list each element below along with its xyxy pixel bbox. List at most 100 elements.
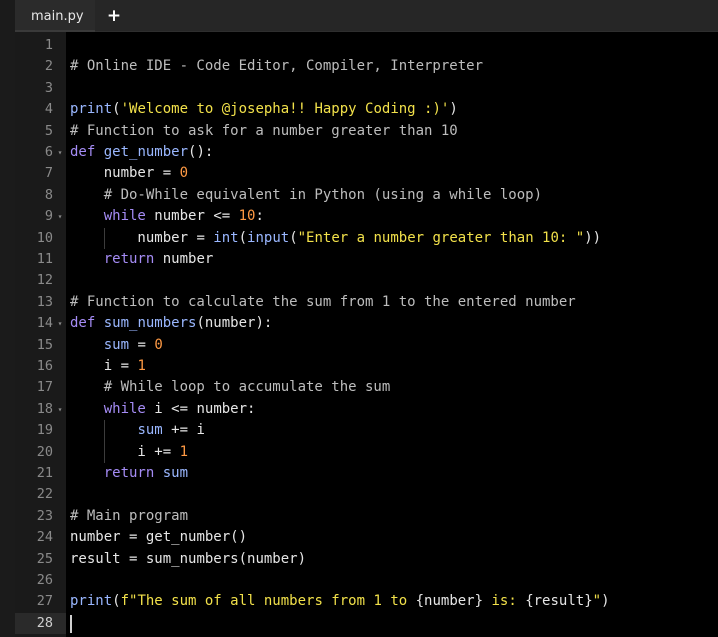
line-number: 27 [36, 593, 53, 610]
tab-bar: main.py + [15, 0, 718, 32]
code-text: # Function to ask for a number greater t… [70, 121, 458, 142]
code-token: = [129, 336, 155, 353]
code-text: while number <= 10: [70, 206, 264, 227]
line-number: 13 [36, 293, 53, 310]
code-line[interactable]: 16 i = 1 [15, 356, 718, 377]
code-line[interactable]: 7 number = 0 [15, 163, 718, 184]
code-line[interactable]: 6 ▾ def get_number(): [15, 142, 718, 163]
code-line[interactable]: 2 # Online IDE - Code Editor, Compiler, I… [15, 56, 718, 77]
line-number: 10 [36, 229, 53, 246]
code-token: int [213, 229, 239, 246]
code-line[interactable]: 15 sum = 0 [15, 335, 718, 356]
code-token: ( [289, 229, 298, 246]
add-tab-button[interactable]: + [103, 0, 125, 32]
tab-main-py[interactable]: main.py [15, 0, 95, 32]
code-text: return number [70, 249, 214, 270]
code-line[interactable]: 12 [15, 270, 718, 291]
code-text: # Do-While equivalent in Python (using a… [70, 185, 542, 206]
code-line[interactable]: 28 [15, 612, 718, 635]
code-text: sum += i [70, 420, 205, 441]
code-line[interactable]: 1 [15, 35, 718, 56]
code-text: # While loop to accumulate the sum [70, 377, 391, 398]
code-line[interactable]: 3 [15, 78, 718, 99]
code-token: get_number() [145, 529, 248, 546]
line-number: 26 [36, 572, 53, 588]
code-line[interactable]: 8 # Do-While equivalent in Python (using… [15, 185, 718, 206]
line-number: 12 [36, 272, 53, 289]
line-number: 28 [36, 614, 53, 631]
fold-chevron-icon[interactable]: ▾ [55, 206, 65, 227]
code-line[interactable]: 5 # Function to ask for a number greater … [15, 121, 718, 142]
code-line[interactable]: 22 [15, 484, 718, 505]
code-text: # Online IDE - Code Editor, Compiler, In… [70, 56, 483, 77]
code-token: = [129, 550, 146, 567]
code-token: result [70, 550, 130, 567]
code-token: (): [188, 144, 214, 160]
code-text: i = 1 [70, 356, 146, 377]
code-token: 1 [137, 358, 146, 374]
code-token: <= [171, 400, 197, 417]
code-line[interactable]: 13 # Function to calculate the sum from 1… [15, 292, 718, 313]
line-number: 11 [36, 251, 53, 267]
code-token: = [120, 358, 138, 374]
code-line[interactable]: 25 result = sum_numbers(number) [15, 549, 718, 570]
line-number: 21 [36, 465, 53, 481]
code-line[interactable]: 20 i += 1 [15, 442, 718, 463]
code-token: ( [112, 593, 121, 610]
line-number: 9 [44, 208, 53, 225]
code-editor[interactable]: 1 2 # Online IDE - Code Editor, Compiler, … [15, 32, 718, 637]
line-number: 14 [36, 315, 53, 332]
code-token: sum_numbers(number) [145, 550, 307, 567]
code-line[interactable]: 4 print('Welcome to @josepha!! Happy Codi… [15, 99, 718, 120]
code-text: while i <= number: [70, 399, 256, 420]
code-token: {number} [415, 593, 492, 610]
code-line[interactable]: 26 [15, 570, 718, 591]
code-line[interactable]: 23 # Main program [15, 506, 718, 527]
code-token: sum [137, 422, 163, 439]
code-line[interactable]: 19 sum += i [15, 420, 718, 441]
code-token: # Online IDE - Code Editor, Compiler, In… [70, 58, 484, 75]
code-text: number = 0 [70, 163, 188, 184]
line-number: 3 [44, 79, 53, 96]
fold-chevron-icon[interactable]: ▾ [55, 142, 65, 163]
code-line[interactable]: 11 return number [15, 249, 718, 270]
code-token: def [70, 315, 96, 332]
line-number: 17 [36, 379, 53, 396]
code-line[interactable]: 14 ▾ def sum_numbers(number): [15, 313, 718, 334]
code-token: i [196, 422, 205, 439]
fold-chevron-icon[interactable]: ▾ [55, 399, 65, 420]
code-line[interactable]: 18 ▾ while i <= number: [15, 399, 718, 420]
code-text: number = int(input("Enter a number great… [70, 228, 601, 249]
line-number: 2 [44, 58, 53, 75]
code-token: 1 [179, 443, 189, 460]
code-token: input [247, 229, 290, 246]
code-line[interactable]: 10 number = int(input("Enter a number gr… [15, 228, 718, 249]
fold-chevron-icon[interactable]: ▾ [55, 313, 65, 334]
code-token: print [70, 593, 113, 610]
window-left-edge [0, 0, 15, 637]
line-number: 23 [36, 507, 53, 524]
code-token: 0 [154, 336, 163, 353]
code-text: result = sum_numbers(number) [70, 549, 306, 570]
line-number: 19 [36, 422, 53, 439]
code-text: i += 1 [70, 442, 188, 463]
code-token: number: [196, 400, 256, 417]
code-token: print [70, 101, 113, 118]
code-token: <= [213, 208, 239, 225]
code-line[interactable]: 27 print(f"The sum of all numbers from 1 … [15, 591, 718, 612]
code-line[interactable]: 21 return sum [15, 463, 718, 484]
code-token: sum [103, 336, 130, 353]
code-token: # Do-While equivalent in Python (using a… [70, 186, 543, 203]
code-line[interactable]: 24 number = get_number() [15, 527, 718, 548]
code-text: print(f"The sum of all numbers from 1 to… [70, 591, 610, 612]
code-token: ) [601, 593, 610, 610]
code-line[interactable]: 17 # While loop to accumulate the sum [15, 377, 718, 398]
code-line[interactable]: 9 ▾ while number <= 10: [15, 206, 718, 227]
code-token: ( [112, 101, 121, 118]
